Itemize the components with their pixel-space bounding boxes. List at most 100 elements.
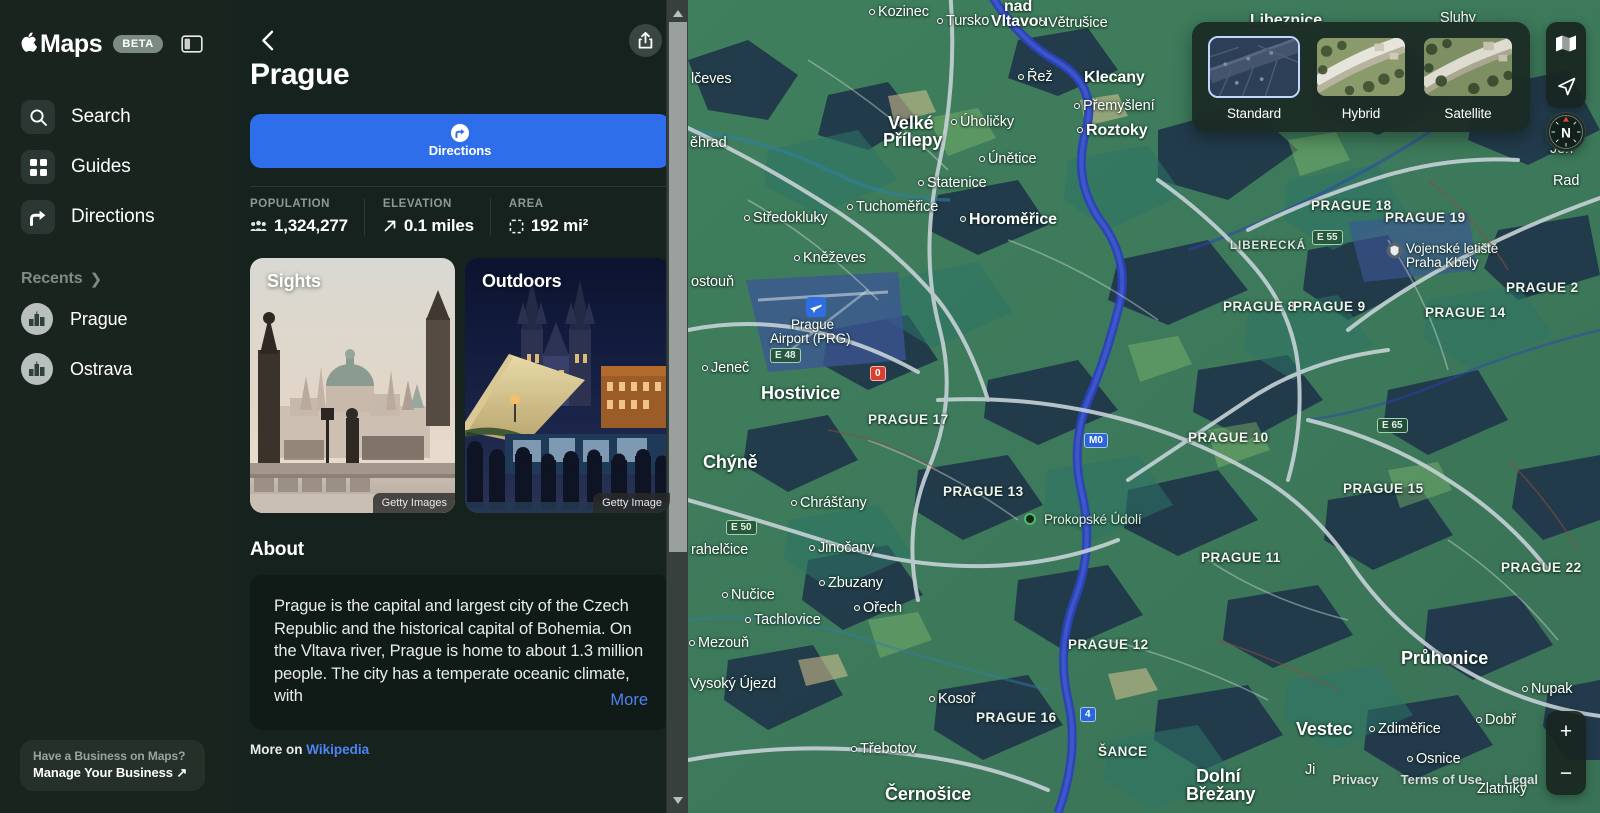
map-town-dot-icon <box>854 605 860 611</box>
map-style-hybrid[interactable]: Hybrid <box>1315 36 1407 121</box>
map-town-dot-icon <box>1522 686 1528 692</box>
wikipedia-prefix: More on <box>250 741 307 757</box>
map-town-dot-icon <box>809 545 815 551</box>
map-town-dot-icon <box>819 580 825 586</box>
city-icon <box>21 353 53 385</box>
back-button[interactable] <box>250 23 284 57</box>
sidebar-item-label: Directions <box>71 206 155 227</box>
road-shield: E 65 <box>1377 418 1408 433</box>
zoom-controls: + − <box>1546 711 1586 795</box>
map-town-dot-icon <box>1018 74 1024 80</box>
airplane-icon <box>806 297 826 322</box>
map-style-label: Standard <box>1227 106 1281 121</box>
map-style-picker: Standard Hybrid Satellite <box>1192 22 1530 132</box>
detail-topbar <box>232 0 688 57</box>
map-town-dot-icon <box>929 696 935 702</box>
stat-key: POPULATION <box>250 198 331 210</box>
sidebar-nav: Search Guides Directions <box>0 92 232 242</box>
recents-header[interactable]: Recents ❯ <box>0 270 232 288</box>
compass-button[interactable]: N <box>1546 112 1586 152</box>
map-town-dot-icon <box>794 255 800 261</box>
map-town-dot-icon <box>791 500 797 506</box>
map-town-dot-icon <box>1476 717 1482 723</box>
zoom-out-button[interactable]: − <box>1546 753 1586 795</box>
photo-cards: Sights Getty Images Outdoors Getty Image <box>250 258 688 513</box>
map-town-dot-icon <box>745 617 751 623</box>
wikipedia-link[interactable]: Wikipedia <box>306 742 369 757</box>
people-icon <box>250 220 267 232</box>
sidebar-item-directions[interactable]: Directions <box>0 192 232 242</box>
recent-item-ostrava[interactable]: Ostrava <box>0 344 232 394</box>
directions-arrow-icon <box>451 124 469 142</box>
map-town-dot-icon <box>1407 756 1413 762</box>
map-town-dot-icon <box>744 215 750 221</box>
directions-arrow-icon <box>21 200 55 234</box>
zoom-in-button[interactable]: + <box>1546 711 1586 753</box>
locate-button[interactable] <box>1546 65 1586 108</box>
business-cta-label: Manage Your Business ↗ <box>33 765 188 780</box>
road-shield: E 50 <box>726 520 757 535</box>
share-icon <box>638 31 653 48</box>
grid-icon <box>21 150 55 184</box>
map-icon <box>1556 35 1576 52</box>
sidebar-toggle-icon[interactable] <box>181 35 203 53</box>
sidebar-item-search[interactable]: Search <box>0 92 232 142</box>
map-style-standard[interactable]: Standard <box>1208 36 1300 121</box>
scroll-down-arrow-icon[interactable] <box>667 791 688 809</box>
apple-logo-icon <box>20 31 39 55</box>
navigation-arrow-icon <box>1557 77 1575 96</box>
scrollbar-thumb[interactable] <box>669 22 687 552</box>
map-style-label: Satellite <box>1444 106 1492 121</box>
map-town-dot-icon <box>722 592 728 598</box>
svg-text:N: N <box>1561 126 1571 141</box>
photo-title: Sights <box>267 271 321 291</box>
sidebar: Maps BETA Search Guides Directions Recen… <box>0 0 232 813</box>
map-style-label: Hybrid <box>1341 106 1381 121</box>
chevron-right-icon: ❯ <box>89 270 103 288</box>
road-shield: E 48 <box>770 348 801 363</box>
map-style-satellite[interactable]: Satellite <box>1422 36 1514 121</box>
map-controls <box>1546 22 1586 108</box>
road-shield: 0 <box>870 366 886 381</box>
business-question: Have a Business on Maps? <box>33 749 186 763</box>
recent-item-prague[interactable]: Prague <box>0 294 232 344</box>
stat-area: AREA 192 mi² <box>489 198 604 236</box>
stats-row: POPULATION 1,324,277 ELEVATION 0.1 miles… <box>250 186 670 236</box>
photo-credit: Getty Image <box>593 493 670 513</box>
terms-of-use-link[interactable]: Terms of Use <box>1401 772 1482 787</box>
photo-card-outdoors[interactable]: Outdoors Getty Image <box>465 258 670 513</box>
panel-scrollbar[interactable] <box>666 0 688 813</box>
map-town-dot-icon <box>960 216 966 222</box>
about-more-wrap: More <box>584 690 648 710</box>
chevron-left-icon <box>261 30 273 50</box>
map-town-dot-icon <box>1077 127 1083 133</box>
directions-button[interactable]: Directions <box>250 114 670 168</box>
map-town-dot-icon <box>979 156 985 162</box>
sidebar-item-guides[interactable]: Guides <box>0 142 232 192</box>
photo-card-sights[interactable]: Sights Getty Images <box>250 258 455 513</box>
standard-thumbnail <box>1208 36 1300 98</box>
map-view[interactable]: Kozinec Tursko nad Vltavou Větrušice Libeznic… <box>688 0 1600 813</box>
map-type-button[interactable] <box>1546 22 1586 65</box>
share-button[interactable] <box>629 23 662 57</box>
road-shield: 4 <box>1080 707 1096 722</box>
compass-icon: N <box>1549 115 1583 149</box>
scroll-up-arrow-icon[interactable] <box>667 4 688 22</box>
stat-value: 1,324,277 <box>274 216 348 235</box>
legal-link[interactable]: Legal <box>1504 772 1538 787</box>
about-box: Prague is the capital and largest city o… <box>250 575 670 730</box>
privacy-link[interactable]: Privacy <box>1332 772 1378 787</box>
map-town-dot-icon <box>851 746 857 752</box>
hybrid-thumbnail <box>1315 36 1407 98</box>
recent-item-label: Ostrava <box>70 358 133 379</box>
wikipedia-row: More on Wikipedia <box>250 742 670 757</box>
outdoors-photo <box>465 258 670 513</box>
manage-business-card[interactable]: Have a Business on Maps? Manage Your Bus… <box>20 740 205 791</box>
about-heading: About <box>250 539 304 560</box>
map-town-dot-icon <box>1074 103 1080 109</box>
recents-label: Recents <box>21 270 83 287</box>
military-airfield-icon <box>1386 242 1403 264</box>
about-section: About Prague is the capital and largest … <box>250 539 670 757</box>
maps-app: Maps BETA Search Guides Directions Recen… <box>0 0 1600 813</box>
about-more-button[interactable]: More <box>610 691 648 709</box>
